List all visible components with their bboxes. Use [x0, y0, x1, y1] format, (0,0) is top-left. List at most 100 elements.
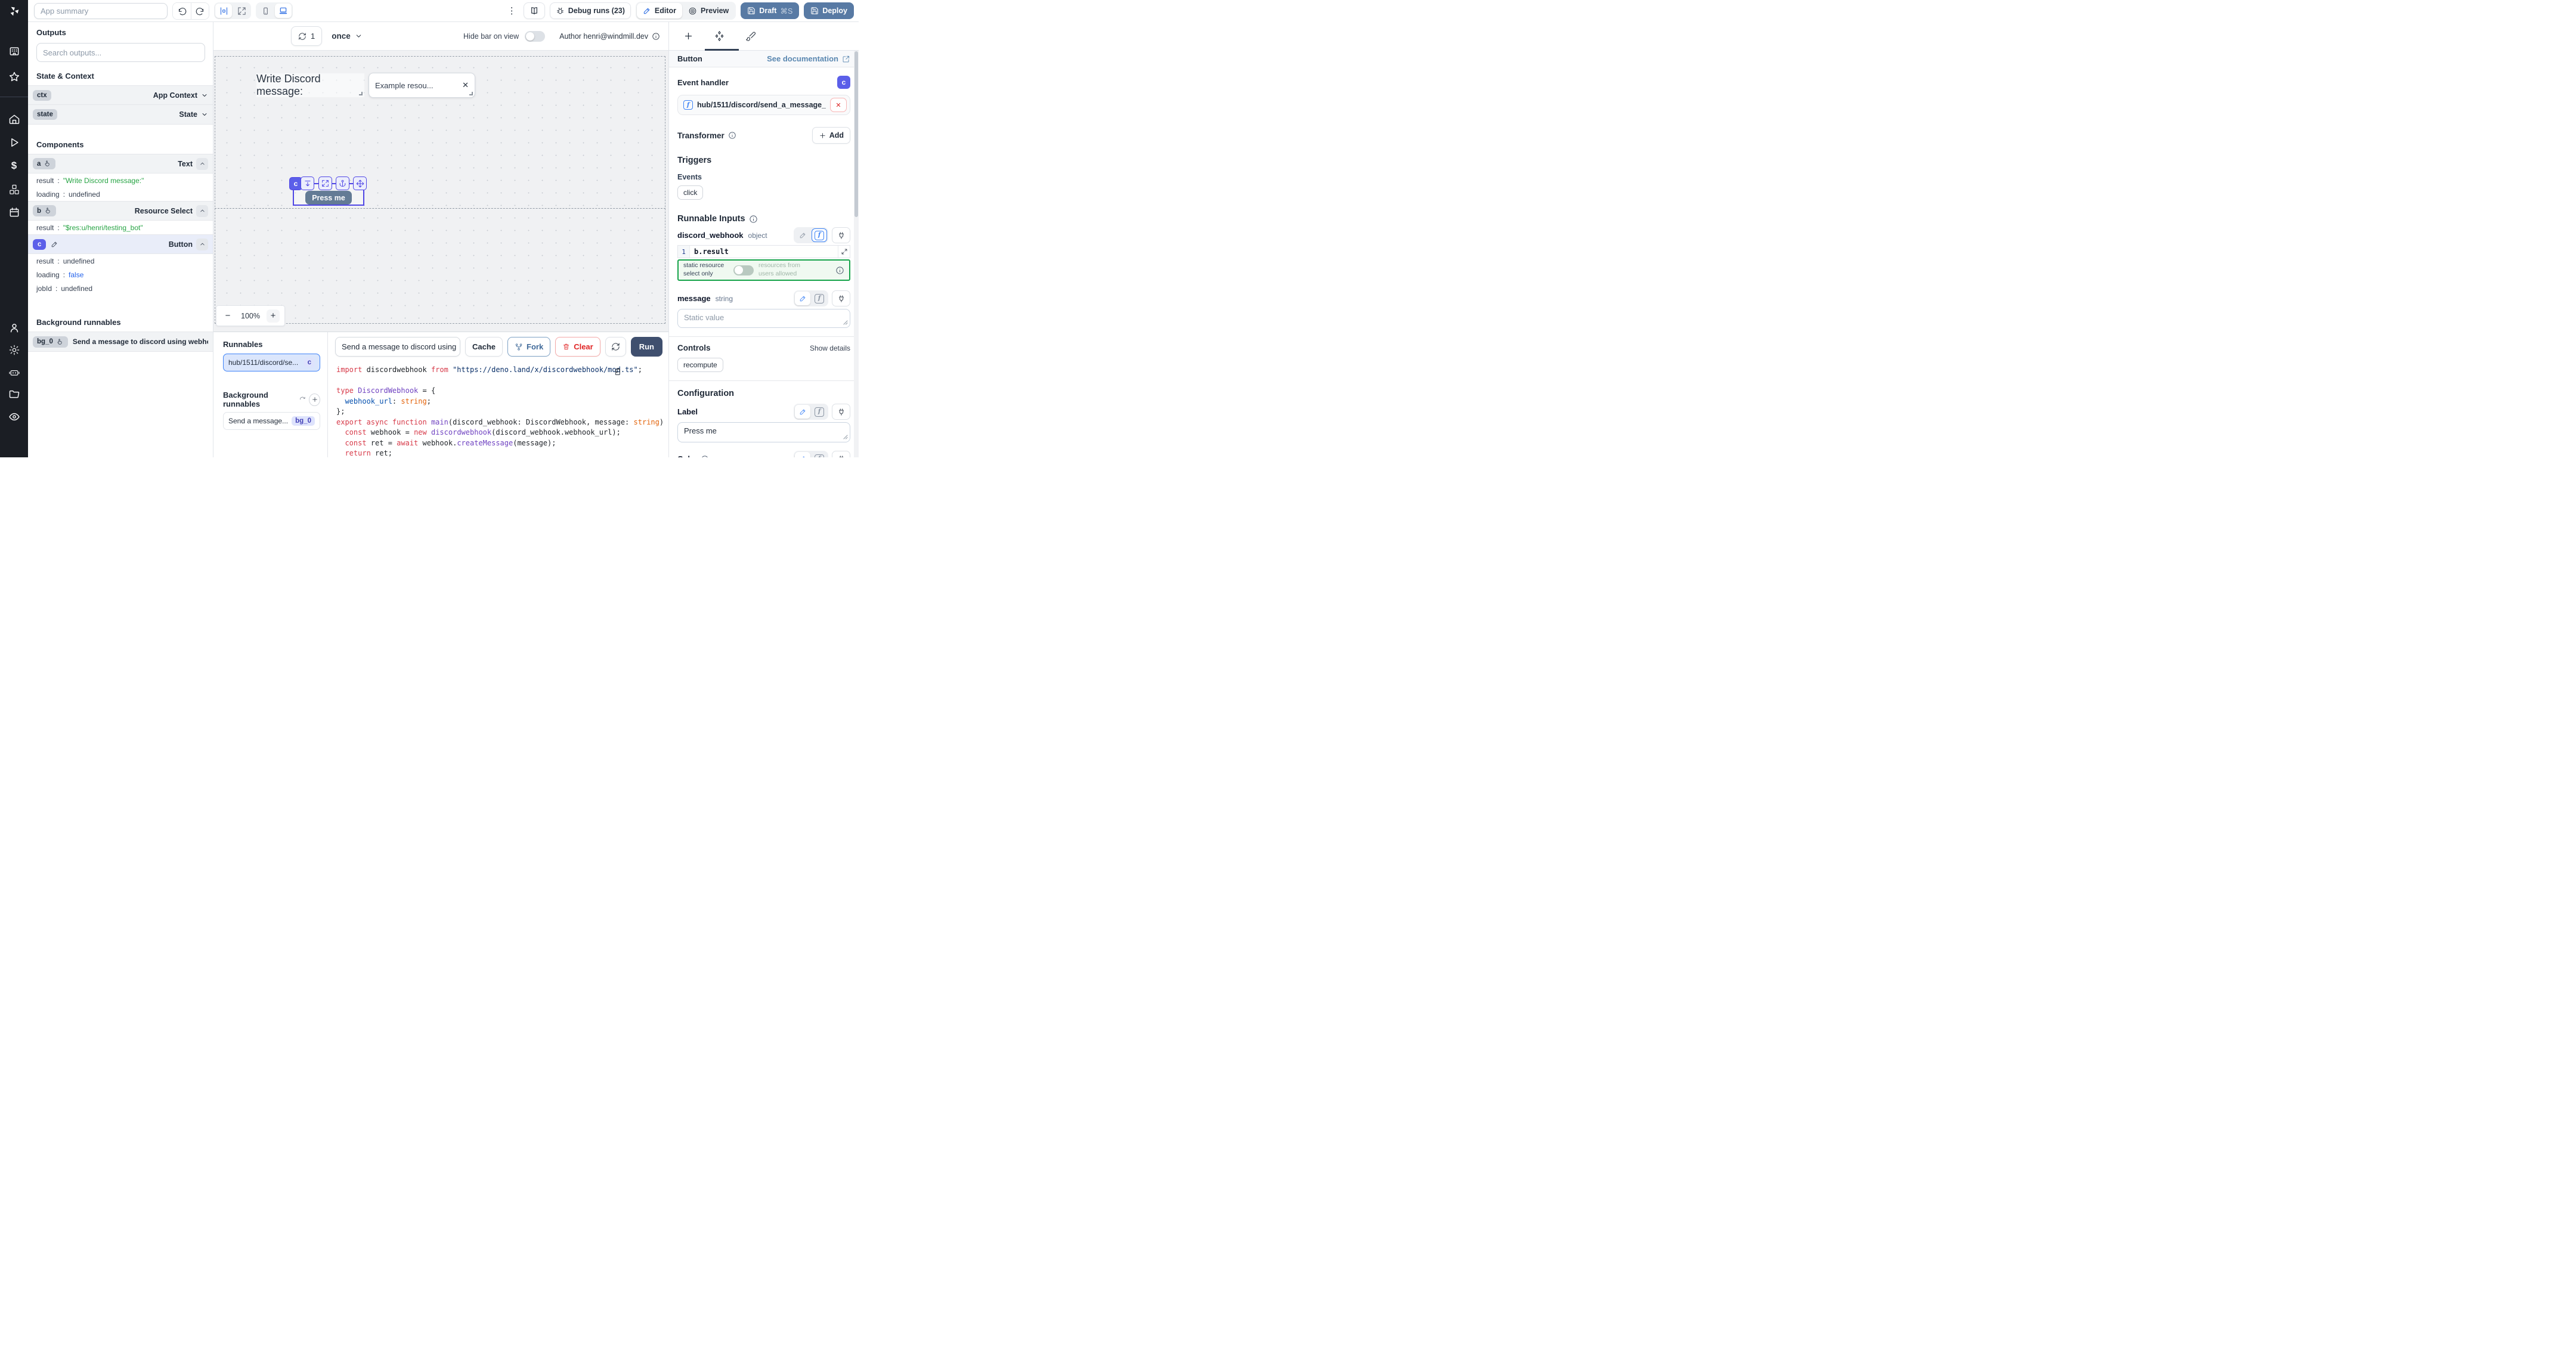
run-button[interactable]: Run [631, 337, 662, 357]
ctx-row[interactable]: ctx App Context [28, 85, 213, 105]
eval-mode-button[interactable]: f [812, 292, 827, 305]
schedules-calendar-icon[interactable] [0, 206, 28, 218]
state-row[interactable]: state State [28, 105, 213, 125]
zoom-out-button[interactable]: − [221, 309, 234, 323]
component-c-row[interactable]: c Button [28, 234, 213, 254]
eval-mode-button[interactable]: f [812, 228, 827, 242]
resource-mode-toggle[interactable] [733, 265, 754, 275]
recompute-chip[interactable]: recompute [677, 358, 723, 372]
collapse-button[interactable] [196, 239, 208, 250]
runs-icon[interactable] [0, 137, 28, 148]
static-mode-button[interactable] [795, 452, 810, 457]
debug-runs-button[interactable]: Debug runs (23) [550, 2, 631, 19]
static-mode-button[interactable] [795, 405, 810, 419]
remove-handler-button[interactable]: ✕ [830, 98, 847, 112]
fullwidth-layout-icon[interactable] [233, 4, 250, 18]
component-a-row[interactable]: a Text [28, 154, 213, 174]
mobile-icon[interactable] [257, 4, 274, 18]
deploy-button[interactable]: Deploy [804, 2, 854, 19]
users-icon[interactable] [0, 322, 28, 334]
tab-preview[interactable]: Preview [682, 3, 735, 18]
fork-button[interactable]: Fork [507, 337, 550, 357]
runnable-title-input[interactable]: Send a message to discord using [335, 337, 460, 357]
add-transformer-button[interactable]: Add [812, 127, 850, 144]
chevron-down-icon[interactable] [201, 92, 208, 99]
docs-book-button[interactable] [524, 2, 545, 19]
desktop-icon[interactable] [275, 4, 292, 18]
static-mode-button[interactable] [795, 292, 810, 305]
output-kv[interactable]: result:undefined [28, 254, 213, 268]
resource-select-component[interactable]: Example resou... ✕ [369, 73, 475, 98]
expression-editor[interactable]: 1 b.result [677, 245, 850, 258]
more-menu-button[interactable]: ⋮ [505, 5, 519, 16]
refresh-count-box[interactable]: 1 [291, 26, 322, 46]
variables-dollar-icon[interactable]: $ [0, 160, 28, 172]
run-policy-dropdown[interactable]: once [332, 32, 363, 41]
undo-button[interactable] [173, 3, 191, 19]
cache-button[interactable]: Cache [465, 337, 503, 357]
connect-plug-button[interactable] [832, 227, 850, 243]
info-icon[interactable] [652, 32, 660, 41]
windmill-logo[interactable] [0, 5, 28, 18]
static-mode-button[interactable] [795, 228, 810, 242]
inspector-scrollbar[interactable] [854, 51, 859, 457]
styling-brush-tab[interactable] [745, 31, 756, 42]
info-icon[interactable] [701, 455, 709, 458]
info-icon[interactable] [835, 266, 844, 275]
info-icon[interactable] [749, 215, 758, 224]
connect-plug-button[interactable] [832, 290, 850, 306]
favorites-star-icon[interactable] [0, 71, 28, 83]
copy-code-button[interactable] [613, 367, 622, 376]
output-kv[interactable]: jobId:undefined [28, 281, 213, 295]
output-kv[interactable]: loading:false [28, 268, 213, 281]
text-component[interactable]: Write Discord message: [256, 73, 364, 97]
pencil-icon[interactable] [51, 240, 58, 248]
tab-editor[interactable]: Editor [637, 3, 682, 18]
bg0-row[interactable]: bg_0 Send a message to discord using web… [28, 332, 213, 352]
resources-cubes-icon[interactable] [0, 184, 28, 196]
collapse-button[interactable] [196, 205, 208, 217]
draft-button[interactable]: Draft ⌘S [741, 2, 799, 19]
show-details-link[interactable]: Show details [810, 344, 850, 352]
expand-editor-button[interactable] [838, 246, 850, 258]
component-settings-tab[interactable] [714, 30, 725, 42]
eval-mode-button[interactable]: f [812, 405, 827, 419]
insert-component-tab[interactable] [683, 31, 693, 41]
output-kv[interactable]: loading:undefined [28, 187, 213, 201]
expand-component-button[interactable] [318, 176, 332, 190]
zoom-in-button[interactable]: + [267, 309, 280, 323]
see-documentation-link[interactable]: See documentation [767, 54, 850, 63]
app-canvas[interactable]: Write Discord message: Example resou... … [213, 51, 668, 332]
eval-mode-button[interactable]: f [812, 452, 827, 457]
clear-button[interactable]: Clear [555, 337, 600, 357]
move-button[interactable] [353, 176, 367, 190]
app-summary-input[interactable] [34, 3, 168, 19]
insert-below-button[interactable] [301, 176, 314, 190]
audit-eye-icon[interactable] [0, 411, 28, 423]
message-static-input[interactable] [677, 309, 850, 328]
code-editor[interactable]: import discordwebhook from "https://deno… [328, 360, 668, 457]
center-layout-icon[interactable] [215, 4, 232, 18]
runnable-item-selected[interactable]: hub/1511/discord/se... c [223, 354, 320, 371]
redo-button[interactable] [191, 3, 209, 19]
resize-handle[interactable] [469, 92, 473, 95]
chevron-down-icon[interactable] [201, 111, 208, 118]
workspace-icon[interactable] [0, 45, 28, 57]
event-handler-script[interactable]: f hub/1511/discord/send_a_message_... ✕ [677, 95, 850, 115]
settings-gear-icon[interactable] [0, 344, 28, 356]
refresh-code-button[interactable] [605, 337, 626, 357]
search-outputs-input[interactable] [36, 43, 205, 62]
home-icon[interactable] [0, 113, 28, 125]
add-bg-runnable-button[interactable] [309, 394, 320, 406]
connect-plug-button[interactable] [832, 451, 850, 457]
component-b-row[interactable]: b Resource Select [28, 201, 213, 221]
collapse-button[interactable] [196, 158, 208, 170]
folders-icon[interactable] [0, 388, 28, 400]
output-kv[interactable]: result:"Write Discord message:" [28, 174, 213, 187]
resize-handle[interactable] [359, 92, 363, 95]
workers-robot-icon[interactable] [0, 367, 28, 379]
info-icon[interactable] [728, 131, 736, 140]
hide-bar-toggle[interactable] [525, 31, 545, 42]
clear-select-icon[interactable]: ✕ [462, 80, 469, 90]
button-component[interactable]: Press me [305, 191, 352, 205]
